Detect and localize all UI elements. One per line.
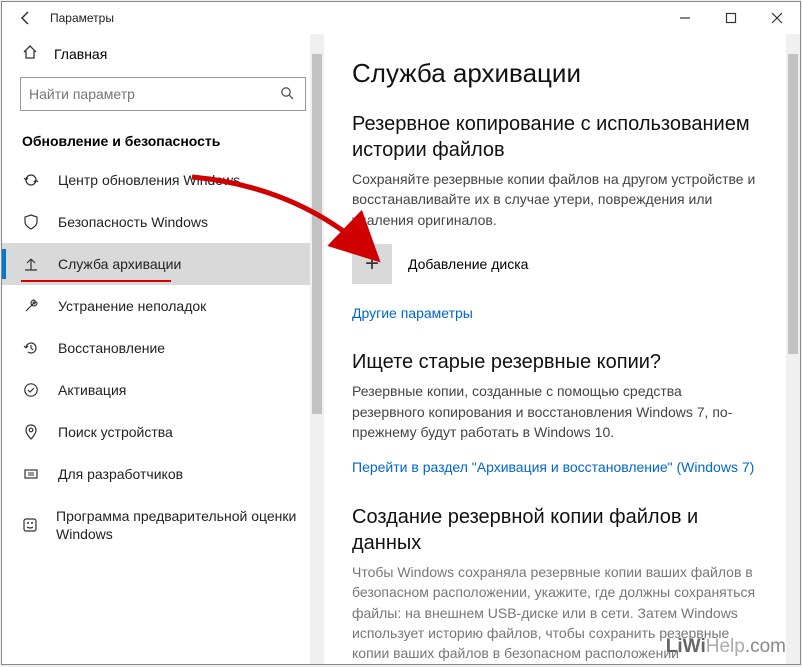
sidebar-scrollbar[interactable] xyxy=(310,34,324,664)
sidebar-item-find-device[interactable]: Поиск устройства xyxy=(2,411,324,453)
section-title-create-backup: Создание резервной копии файлов и данных xyxy=(352,504,772,556)
sidebar-item-insider[interactable]: Программа предварительной оценки Windows xyxy=(2,495,324,555)
titlebar: Параметры xyxy=(2,2,800,34)
add-drive-button[interactable]: + Добавление диска xyxy=(352,244,772,284)
sidebar-item-security[interactable]: Безопасность Windows xyxy=(2,201,324,243)
maximize-button[interactable] xyxy=(708,2,754,34)
sidebar-item-windows-update[interactable]: Центр обновления Windows xyxy=(2,159,324,201)
win7-backup-link[interactable]: Перейти в раздел "Архивация и восстановл… xyxy=(352,458,754,478)
shield-icon xyxy=(22,213,40,231)
sidebar-item-label: Поиск устройства xyxy=(58,424,173,440)
wrench-icon xyxy=(22,297,40,315)
sidebar-item-recovery[interactable]: Восстановление xyxy=(2,327,324,369)
sidebar-item-label: Программа предварительной оценки Windows xyxy=(56,507,304,543)
sidebar-item-label: Активация xyxy=(58,382,126,398)
window-title: Параметры xyxy=(50,11,114,25)
sidebar-item-backup[interactable]: Служба архивации xyxy=(2,243,324,285)
sidebar-item-activation[interactable]: Активация xyxy=(2,369,324,411)
section-title-old-backups: Ищете старые резервные копии? xyxy=(352,349,772,375)
settings-window: Параметры Главная xyxy=(1,1,801,665)
insider-icon xyxy=(22,516,38,534)
plus-icon: + xyxy=(352,244,392,284)
check-icon xyxy=(22,381,40,399)
scrollbar-thumb[interactable] xyxy=(788,54,798,354)
page-title: Служба архивации xyxy=(352,58,772,89)
content: Служба архивации Резервное копирование с… xyxy=(324,34,800,664)
sidebar-category: Обновление и безопасность xyxy=(2,121,324,159)
sidebar-item-label: Для разработчиков xyxy=(58,466,183,482)
developer-icon xyxy=(22,465,40,483)
restore-icon xyxy=(22,339,40,357)
search-input[interactable] xyxy=(29,86,277,102)
backup-icon xyxy=(22,255,40,273)
back-button[interactable] xyxy=(6,2,46,34)
section-text-old-backups: Резервные копии, созданные с помощью сре… xyxy=(352,381,772,442)
sidebar: Главная Обновление и безопасность Центр … xyxy=(2,34,324,664)
sidebar-item-label: Устранение неполадок xyxy=(58,298,206,314)
sidebar-item-label: Безопасность Windows xyxy=(58,214,208,230)
sync-icon xyxy=(22,171,40,189)
section-title-history: Резервное копирование с использованием и… xyxy=(352,111,772,163)
sidebar-home-label: Главная xyxy=(54,46,107,62)
more-options-link[interactable]: Другие параметры xyxy=(352,304,473,324)
annotation-underline xyxy=(21,280,171,282)
sidebar-item-developers[interactable]: Для разработчиков xyxy=(2,453,324,495)
minimize-button[interactable] xyxy=(662,2,708,34)
location-icon xyxy=(22,423,40,441)
sidebar-item-label: Служба архивации xyxy=(58,256,181,272)
search-box[interactable] xyxy=(20,77,306,111)
window-controls xyxy=(662,2,800,34)
close-button[interactable] xyxy=(754,2,800,34)
sidebar-item-troubleshoot[interactable]: Устранение неполадок xyxy=(2,285,324,327)
sidebar-home[interactable]: Главная xyxy=(2,34,324,73)
sidebar-nav: Центр обновления Windows Безопасность Wi… xyxy=(2,159,324,555)
scrollbar-thumb[interactable] xyxy=(312,54,322,414)
content-scrollbar[interactable] xyxy=(786,34,800,664)
watermark: LiWiHelp.com xyxy=(666,636,786,658)
sidebar-item-label: Центр обновления Windows xyxy=(58,172,240,188)
sidebar-item-label: Восстановление xyxy=(58,340,165,356)
add-drive-label: Добавление диска xyxy=(408,256,528,272)
section-text-history: Сохраняйте резервные копии файлов на дру… xyxy=(352,169,772,230)
home-icon xyxy=(22,44,38,63)
search-icon xyxy=(277,86,297,103)
